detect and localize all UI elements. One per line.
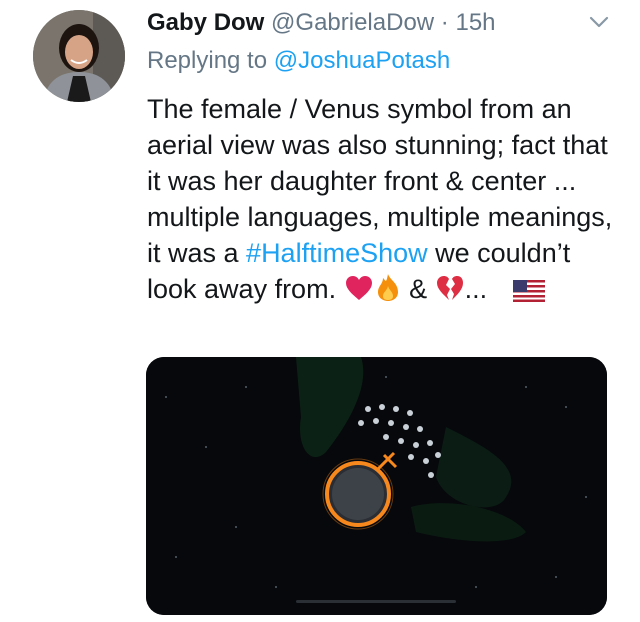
reply-mention-link[interactable]: @JoshuaPotash (274, 47, 450, 74)
tweet-media-image[interactable] (146, 357, 607, 615)
halftime-aerial-image (146, 357, 607, 615)
tweet-header: Gaby Dow @GabrielaDow · 15h (147, 8, 496, 38)
reply-context: Replying to @JoshuaPotash (147, 46, 450, 76)
reply-prefix: Replying to (147, 47, 268, 74)
author-name[interactable]: Gaby Dow (147, 9, 264, 36)
tweet-timestamp[interactable]: 15h (455, 9, 495, 36)
broken-heart-icon (436, 276, 463, 300)
fire-icon (377, 274, 398, 301)
avatar-image (33, 10, 125, 102)
avatar[interactable] (33, 10, 125, 102)
hashtag-link[interactable]: #HalftimeShow (246, 238, 428, 268)
meta-separator: · (440, 9, 449, 36)
red-heart-icon (345, 276, 372, 300)
emoji-trailing-text: ... (464, 274, 495, 304)
chevron-down-icon[interactable] (588, 14, 610, 30)
emoji-separator-text: & (401, 274, 435, 304)
author-handle[interactable]: @GabrielaDow (271, 9, 434, 36)
tweet-text: The female / Venus symbol from an aerial… (147, 91, 617, 307)
us-flag-icon (512, 280, 545, 302)
